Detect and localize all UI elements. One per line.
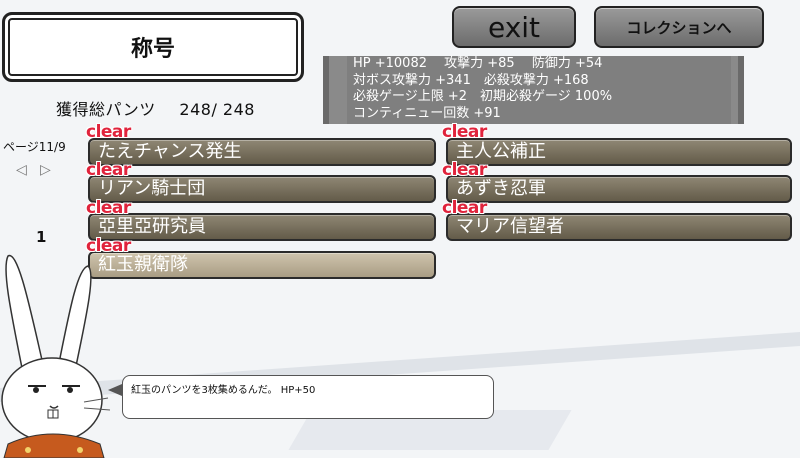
collection-button[interactable]: コレクションへ	[594, 6, 764, 48]
title-plate: 称号	[2, 12, 304, 82]
collected-count: 獲得総パンツ 248/ 248	[56, 96, 255, 120]
page-indicator: ページ11/9	[3, 140, 66, 154]
collection-label: コレクションへ	[626, 18, 732, 37]
prev-page-icon[interactable]: ◁	[16, 162, 27, 178]
stat-line: コンティニュー回数 +91	[353, 105, 501, 121]
bonus-stats-panel: HP +10082 攻撃力 +85 防御力 +54 対ボス攻撃力 +341 必殺…	[323, 56, 744, 124]
title-item[interactable]: マリア信望者	[446, 213, 792, 241]
stat-line: 必殺ゲージ上限 +2 初期必殺ゲージ 100%	[353, 89, 613, 104]
rabbit-mascot-icon	[1, 255, 111, 458]
clear-badge: clear	[86, 160, 131, 180]
exit-button[interactable]: exit	[452, 6, 576, 48]
speech-bubble: 紅玉のパンツを3枚集めるんだ。 HP+50	[122, 375, 494, 419]
clear-badge: clear	[442, 160, 487, 180]
hint-message: 紅玉のパンツを3枚集めるんだ。 HP+50	[131, 385, 316, 396]
title-item-label: 亞里亞研究員	[98, 216, 206, 237]
next-page-icon[interactable]: ▷	[40, 162, 51, 178]
clear-badge: clear	[442, 198, 487, 218]
speech-bubble-tail	[108, 384, 122, 396]
title-item-label: あずき忍軍	[456, 178, 546, 199]
title-item-selected[interactable]: 紅玉親衛隊	[88, 251, 436, 279]
stat-line: HP +10082 攻撃力 +85 防御力 +54	[353, 56, 603, 71]
title-item-label: 主人公補正	[456, 141, 546, 162]
page-title: 称号	[130, 37, 175, 62]
title-item[interactable]: あずき忍軍	[446, 175, 792, 203]
page-number: 1	[36, 228, 47, 246]
clear-badge: clear	[86, 198, 131, 218]
title-item[interactable]: 主人公補正	[446, 138, 792, 166]
title-item-label: マリア信望者	[456, 216, 564, 237]
collected-value: 248/ 248	[179, 100, 255, 119]
title-item[interactable]: 亞里亞研究員	[88, 213, 436, 241]
title-item[interactable]: リアン騎士団	[88, 175, 436, 203]
title-item-label: たえチャンス発生	[98, 141, 242, 162]
stat-line: 対ボス攻撃力 +341 必殺攻撃力 +168	[353, 72, 589, 88]
clear-badge: clear	[442, 122, 487, 142]
title-item[interactable]: たえチャンス発生	[88, 138, 436, 166]
exit-label: exit	[487, 10, 541, 44]
clear-badge: clear	[86, 122, 131, 142]
collected-label: 獲得総パンツ	[56, 100, 156, 119]
title-item-label: リアン騎士団	[98, 178, 206, 199]
